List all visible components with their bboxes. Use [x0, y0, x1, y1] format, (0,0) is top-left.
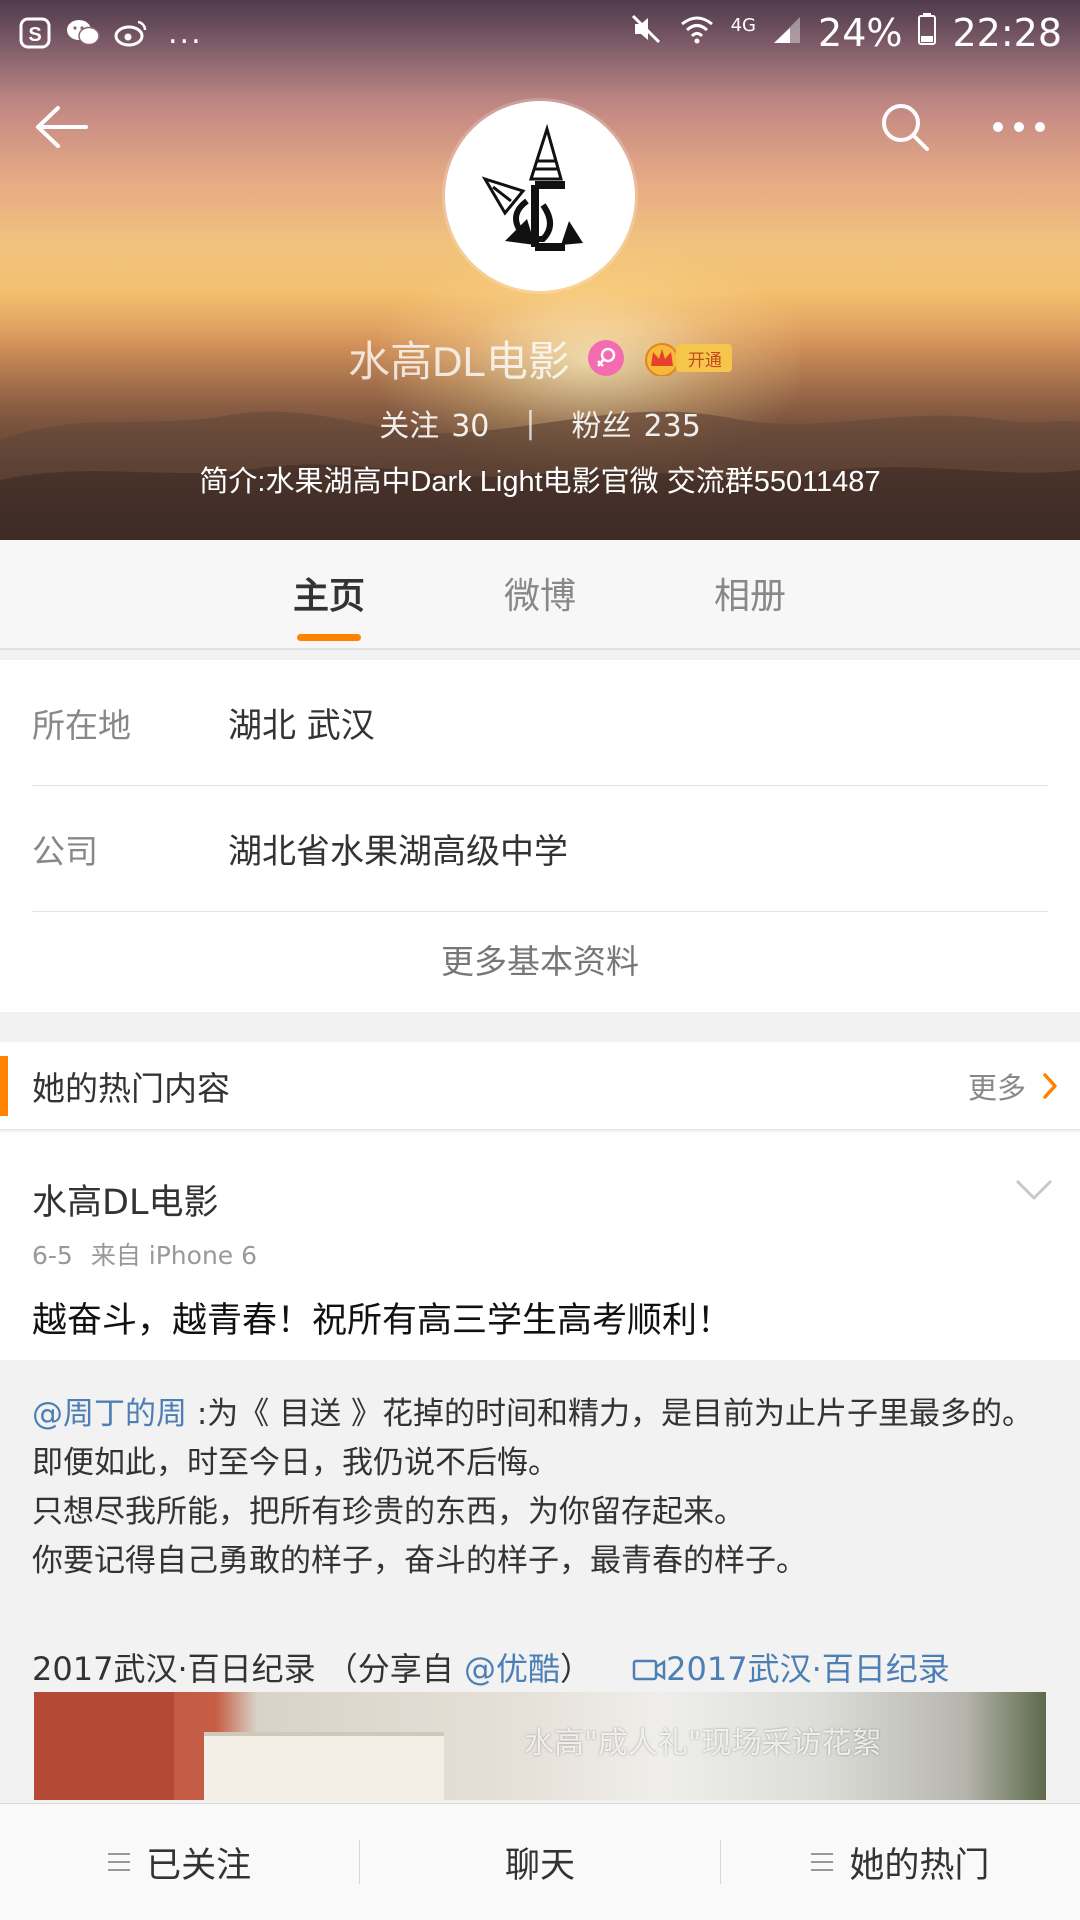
repost-line-1: :为《 目送 》花掉的时间和精力，是目前为止片子里最多的。	[187, 1396, 1034, 1432]
vip-open-label: 开通	[675, 344, 732, 372]
company-label: 公司	[32, 831, 98, 871]
repost-mention[interactable]: @周丁的周	[32, 1396, 187, 1432]
chevron-down-icon	[1015, 1179, 1053, 1200]
signal-icon	[772, 13, 802, 54]
repost-line-4: 你要记得自己勇敢的样子，奋斗的样子，最青春的样子。	[32, 1543, 807, 1579]
video-link-label: 2017武汉·百日纪录	[666, 1650, 950, 1688]
status-more-indicator: ...	[168, 15, 203, 51]
thumb-building-red	[34, 1692, 174, 1800]
following-label: 关注	[379, 409, 440, 444]
repost-block[interactable]: @周丁的周 :为《 目送 》花掉的时间和精力，是目前为止片子里最多的。 即便如此…	[0, 1360, 1080, 1800]
profile-name: 水高DL电影	[348, 337, 570, 385]
repost-body: @周丁的周 :为《 目送 》花掉的时间和精力，是目前为止片子里最多的。 即便如此…	[32, 1390, 1052, 1586]
hot-more-label: 更多	[967, 1070, 1026, 1105]
location-label: 所在地	[32, 705, 131, 745]
post-options-button[interactable]	[1014, 1178, 1054, 1206]
battery-percent: 24%	[818, 11, 903, 55]
basic-info-card: 所在地 湖北 武汉 公司 湖北省水果湖高级中学 更多基本资料	[0, 660, 1080, 1012]
tab-weibo[interactable]: 微博	[465, 540, 615, 650]
back-arrow-icon	[36, 106, 88, 148]
her-hot-label: 她的热门	[849, 1845, 990, 1886]
back-button[interactable]	[26, 92, 96, 162]
chevron-right-icon	[1043, 1072, 1057, 1099]
followers-stat[interactable]: 粉丝 235	[572, 401, 701, 445]
avatar[interactable]	[445, 101, 635, 291]
status-bar: S ... 4G 24% 22:28	[0, 0, 1080, 66]
follow-stats: 关注 30 | 粉丝 235	[0, 400, 1080, 446]
thumb-caption: 水高"成人礼"现场采访花絮	[524, 1726, 882, 1761]
stats-divider: |	[525, 405, 536, 441]
company-row: 公司 湖北省水果湖高级中学	[32, 786, 1048, 912]
followed-button[interactable]: 已关注	[0, 1804, 359, 1920]
repost-source-line: 2017武汉·百日纪录 （分享自 @优酷） 2017武汉·百日纪录	[32, 1644, 1072, 1690]
followed-label: 已关注	[146, 1845, 252, 1886]
following-count: 30	[451, 409, 490, 444]
her-hot-button[interactable]: 她的热门	[721, 1804, 1080, 1920]
search-icon	[882, 104, 929, 151]
profile-tabs: 主页 微博 相册	[0, 540, 1080, 650]
chat-button[interactable]: 聊天	[360, 1804, 719, 1920]
followers-label: 粉丝	[571, 409, 632, 444]
post-meta: 6-5 来自 iPhone 6	[32, 1236, 257, 1272]
post-text: 越奋斗，越青春！祝所有高三学生高考顺利！	[32, 1301, 733, 1341]
hot-content-title: 她的热门内容	[32, 1068, 230, 1108]
post-card[interactable]: 水高DL电影 6-5 来自 iPhone 6 越奋斗，越青春！祝所有高三学生高考顺…	[0, 1132, 1080, 1360]
hot-accent-bar	[0, 1056, 8, 1116]
active-tab-indicator	[297, 634, 361, 641]
more-options-button[interactable]	[984, 92, 1054, 162]
hot-more-button[interactable]: 更多	[968, 1065, 1058, 1107]
following-stat[interactable]: 关注 30	[379, 401, 489, 445]
source-suffix: ）	[559, 1650, 592, 1688]
company-value: 湖北省水果湖高级中学	[228, 832, 568, 872]
post-source: 来自 iPhone 6	[90, 1241, 258, 1270]
video-camera-icon	[632, 1659, 666, 1681]
profile-name-row: 水高DL电影 开通	[0, 330, 1080, 386]
battery-icon	[918, 12, 937, 54]
hot-content-header: 她的热门内容 更多	[0, 1042, 1080, 1130]
dl-logo-icon	[481, 123, 583, 251]
tab-album[interactable]: 相册	[675, 540, 825, 650]
profile-intro: 简介:水果湖高中Dark Light电影官微 交流群55011487	[199, 466, 881, 498]
network-type: 4G	[730, 14, 757, 36]
more-info-link[interactable]: 更多基本资料	[0, 912, 1080, 1012]
svg-text:S: S	[28, 24, 41, 46]
source-prefix: 2017武汉·百日纪录 （分享自	[32, 1650, 464, 1688]
location-row: 所在地 湖北 武汉	[32, 660, 1048, 786]
status-time: 22:28	[952, 11, 1062, 55]
location-value: 湖北 武汉	[228, 706, 375, 746]
female-gender-icon	[587, 340, 624, 376]
sogou-icon: S	[18, 16, 52, 50]
repost-line-3: 只想尽我所能，把所有珍贵的东西，为你留存起来。	[32, 1494, 745, 1530]
mute-icon	[629, 12, 663, 55]
wechat-icon	[66, 16, 100, 50]
weibo-icon	[114, 16, 148, 50]
menu-lines-icon	[108, 1853, 131, 1871]
video-link[interactable]: 2017武汉·百日纪录	[632, 1650, 950, 1688]
thumb-building-white	[204, 1732, 444, 1800]
followers-count: 235	[643, 409, 701, 444]
post-date: 6-5	[32, 1241, 73, 1270]
wifi-icon	[679, 12, 715, 55]
post-author[interactable]: 水高DL电影	[32, 1174, 218, 1225]
vip-open-button[interactable]: 开通	[642, 340, 732, 376]
source-mention[interactable]: @优酷	[464, 1650, 560, 1688]
menu-lines-icon	[811, 1853, 834, 1871]
bottom-action-bar: 已关注 聊天 她的热门	[0, 1803, 1080, 1920]
video-thumbnail[interactable]: 水高"成人礼"现场采访花絮	[34, 1692, 1046, 1800]
search-button[interactable]	[870, 92, 940, 162]
chat-label: 聊天	[504, 1845, 575, 1886]
more-dots-icon	[993, 122, 1045, 132]
repost-line-2: 即便如此，时至今日，我仍说不后悔。	[32, 1445, 559, 1481]
